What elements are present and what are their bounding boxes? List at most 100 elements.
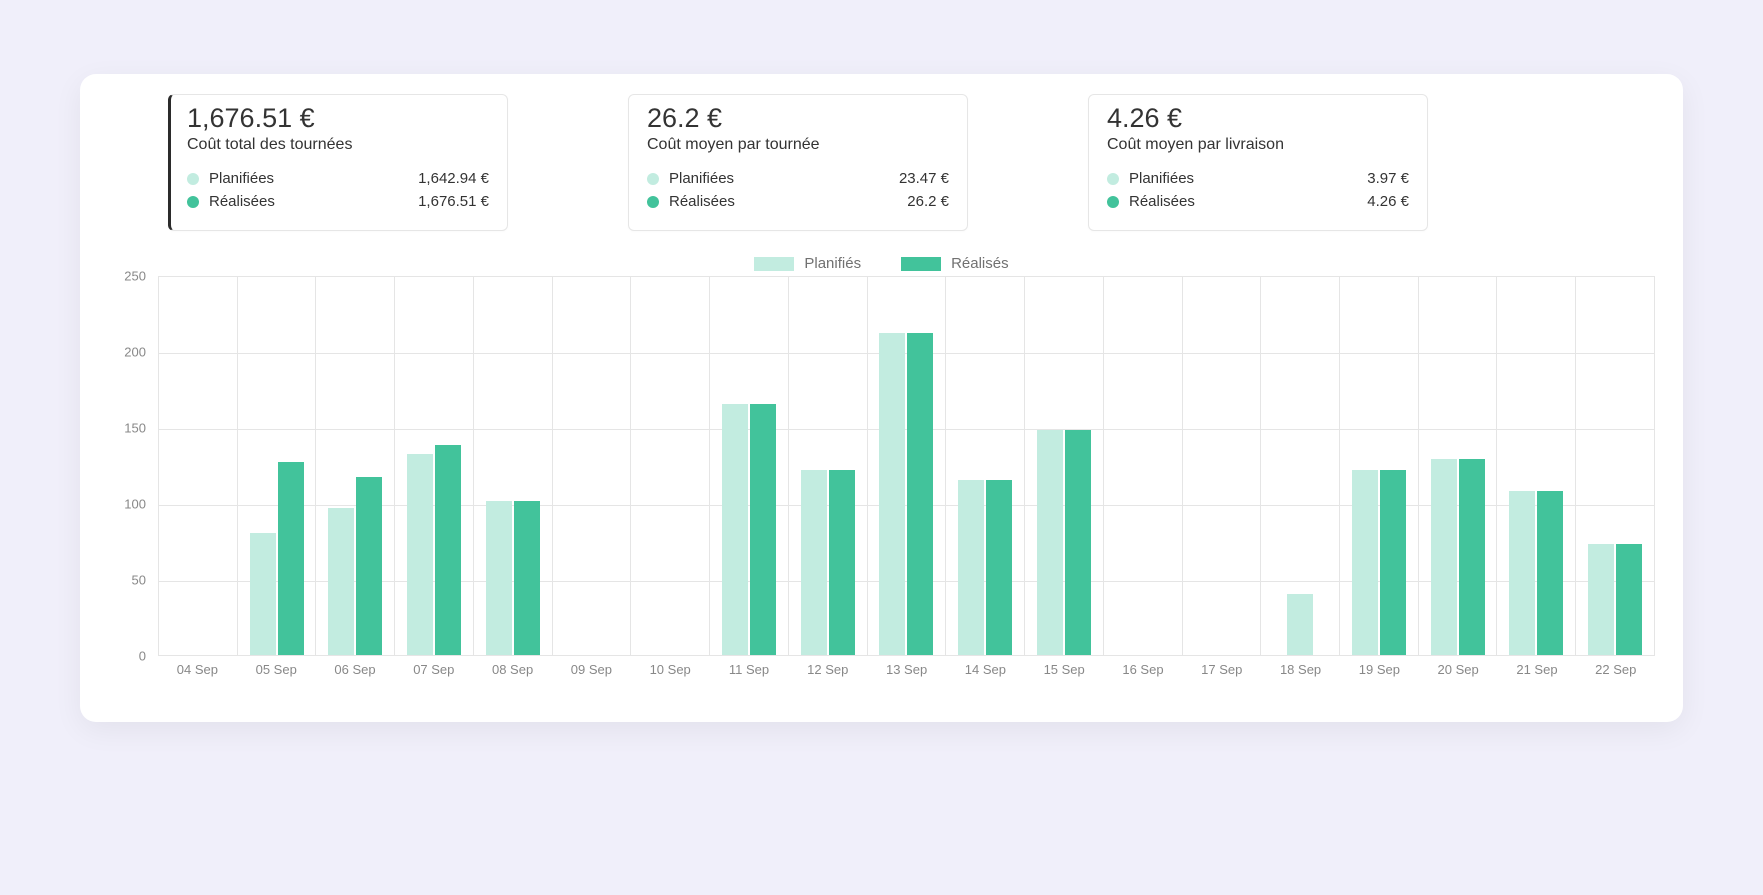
bar-group bbox=[1509, 491, 1563, 655]
dashboard-panel: 1,676.51 € Coût total des tournées Plani… bbox=[80, 74, 1683, 722]
card-row-realized: Réalisées 4.26 € bbox=[1107, 193, 1409, 210]
chart-column bbox=[1340, 277, 1419, 655]
bar-group bbox=[1287, 594, 1313, 655]
card-cout-moyen-livraison[interactable]: 4.26 € Coût moyen par livraison Planifié… bbox=[1088, 94, 1428, 231]
bar-dark[interactable] bbox=[435, 445, 461, 655]
legend-label: Réalisés bbox=[951, 255, 1009, 272]
bar-group bbox=[879, 333, 933, 655]
x-tick-label: 22 Sep bbox=[1576, 662, 1655, 677]
bar-group bbox=[1037, 430, 1091, 655]
bar-light[interactable] bbox=[1588, 544, 1614, 655]
chart-column bbox=[1104, 277, 1183, 655]
x-tick-label: 16 Sep bbox=[1104, 662, 1183, 677]
bar-dark[interactable] bbox=[1459, 459, 1485, 655]
chart-column bbox=[1497, 277, 1576, 655]
bar-group bbox=[1431, 459, 1485, 655]
chart-column bbox=[316, 277, 395, 655]
chart-column bbox=[631, 277, 710, 655]
chart-column bbox=[946, 277, 1025, 655]
bar-dark[interactable] bbox=[1380, 470, 1406, 655]
chart-column bbox=[553, 277, 632, 655]
card-title: Coût moyen par tournée bbox=[647, 136, 949, 154]
chart-column bbox=[238, 277, 317, 655]
card-row-planned: Planifiées 1,642.94 € bbox=[187, 170, 489, 187]
summary-cards: 1,676.51 € Coût total des tournées Plani… bbox=[108, 94, 1655, 231]
x-tick-label: 12 Sep bbox=[788, 662, 867, 677]
chart-column bbox=[789, 277, 868, 655]
card-row-planned: Planifiées 23.47 € bbox=[647, 170, 949, 187]
dot-realized-icon bbox=[647, 196, 659, 208]
bar-chart: 050100150200250 04 Sep05 Sep06 Sep07 Sep… bbox=[108, 276, 1655, 692]
bar-group bbox=[722, 404, 776, 655]
card-title: Coût moyen par livraison bbox=[1107, 136, 1409, 154]
bar-group bbox=[407, 445, 461, 655]
bar-group bbox=[486, 501, 540, 655]
bar-dark[interactable] bbox=[278, 462, 304, 655]
chart-column bbox=[1261, 277, 1340, 655]
bar-light[interactable] bbox=[250, 533, 276, 655]
card-row-realized: Réalisées 1,676.51 € bbox=[187, 193, 489, 210]
x-tick-label: 10 Sep bbox=[631, 662, 710, 677]
bar-dark[interactable] bbox=[514, 501, 540, 655]
card-value: 26.2 € bbox=[647, 103, 949, 134]
x-tick-label: 06 Sep bbox=[316, 662, 395, 677]
y-tick: 50 bbox=[106, 573, 146, 588]
legend-item-planned[interactable]: Planifiés bbox=[754, 255, 861, 272]
legend-item-realized[interactable]: Réalisés bbox=[901, 255, 1009, 272]
bar-dark[interactable] bbox=[829, 470, 855, 655]
x-tick-label: 14 Sep bbox=[946, 662, 1025, 677]
bar-group bbox=[328, 477, 382, 655]
bar-light[interactable] bbox=[407, 454, 433, 655]
bar-light[interactable] bbox=[1037, 430, 1063, 655]
x-tick-label: 09 Sep bbox=[552, 662, 631, 677]
dot-planned-icon bbox=[647, 173, 659, 185]
bar-dark[interactable] bbox=[750, 404, 776, 655]
bar-group bbox=[1352, 470, 1406, 655]
card-value: 1,676.51 € bbox=[187, 103, 489, 134]
bar-group bbox=[958, 480, 1012, 655]
x-tick-label: 13 Sep bbox=[867, 662, 946, 677]
y-tick: 200 bbox=[106, 345, 146, 360]
bar-light[interactable] bbox=[1431, 459, 1457, 655]
bar-dark[interactable] bbox=[1616, 544, 1642, 655]
card-value: 4.26 € bbox=[1107, 103, 1409, 134]
legend-label: Planifiés bbox=[804, 255, 861, 272]
bar-light[interactable] bbox=[328, 508, 354, 655]
y-axis: 050100150200250 bbox=[108, 276, 152, 656]
bar-light[interactable] bbox=[1352, 470, 1378, 655]
dot-realized-icon bbox=[187, 196, 199, 208]
x-tick-label: 21 Sep bbox=[1498, 662, 1577, 677]
bar-light[interactable] bbox=[1287, 594, 1313, 655]
bar-light[interactable] bbox=[958, 480, 984, 655]
chart-column bbox=[395, 277, 474, 655]
x-tick-label: 18 Sep bbox=[1261, 662, 1340, 677]
bar-group bbox=[1588, 544, 1642, 655]
x-tick-label: 19 Sep bbox=[1340, 662, 1419, 677]
card-cout-moyen-tournee[interactable]: 26.2 € Coût moyen par tournée Planifiées… bbox=[628, 94, 968, 231]
bar-light[interactable] bbox=[801, 470, 827, 655]
bar-light[interactable] bbox=[486, 501, 512, 655]
x-tick-label: 04 Sep bbox=[158, 662, 237, 677]
x-tick-label: 05 Sep bbox=[237, 662, 316, 677]
bar-dark[interactable] bbox=[986, 480, 1012, 655]
dot-planned-icon bbox=[187, 173, 199, 185]
bar-dark[interactable] bbox=[1537, 491, 1563, 655]
bar-group bbox=[250, 462, 304, 655]
bar-dark[interactable] bbox=[1065, 430, 1091, 655]
chart-column bbox=[1419, 277, 1498, 655]
x-tick-label: 11 Sep bbox=[710, 662, 789, 677]
bar-dark[interactable] bbox=[356, 477, 382, 655]
bar-light[interactable] bbox=[879, 333, 905, 655]
chart-column bbox=[1576, 277, 1654, 655]
x-tick-label: 20 Sep bbox=[1419, 662, 1498, 677]
bar-light[interactable] bbox=[722, 404, 748, 655]
bar-group bbox=[801, 470, 855, 655]
bar-light[interactable] bbox=[1509, 491, 1535, 655]
x-tick-label: 07 Sep bbox=[394, 662, 473, 677]
bar-dark[interactable] bbox=[907, 333, 933, 655]
x-tick-label: 17 Sep bbox=[1182, 662, 1261, 677]
card-cout-total[interactable]: 1,676.51 € Coût total des tournées Plani… bbox=[168, 94, 508, 231]
chart-column bbox=[1183, 277, 1262, 655]
y-tick: 100 bbox=[106, 497, 146, 512]
chart-column bbox=[868, 277, 947, 655]
